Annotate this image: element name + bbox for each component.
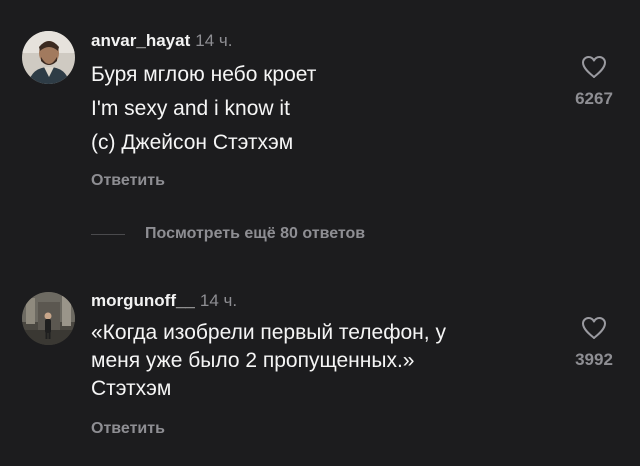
comment-line: Буря мглою небо кроет <box>91 63 317 86</box>
reply-button[interactable]: Ответить <box>91 172 165 190</box>
comment-time: 14 ч. <box>195 31 233 50</box>
comment-line: I'm sexy and i know it <box>91 97 290 120</box>
username[interactable]: anvar_hayat <box>91 31 190 50</box>
comment-header: anvar_hayat 14 ч. <box>91 30 232 52</box>
comment-line: меня уже было 2 пропущенных.» <box>91 349 415 372</box>
comment-time: 14 ч. <box>199 291 238 310</box>
reply-button[interactable]: Ответить <box>91 420 165 438</box>
comment-line: «Когда изобрели первый телефон, у <box>91 321 446 344</box>
comment-text: «Когда изобрели первый телефон, у меня у… <box>91 318 446 402</box>
username[interactable]: morgunoff__ <box>91 291 195 310</box>
like-area: 3992 <box>564 316 624 370</box>
divider <box>91 233 125 235</box>
like-count: 3992 <box>575 350 613 369</box>
view-more-replies-label: Посмотреть ещё 80 ответов <box>145 225 366 242</box>
view-more-replies-button[interactable]: Посмотреть ещё 80 ответов <box>91 224 365 244</box>
like-area: 6267 <box>564 55 624 109</box>
avatar[interactable] <box>22 31 75 84</box>
comments-thread: anvar_hayat 14 ч. Буря мглою небо кроет I… <box>0 0 640 466</box>
heart-icon[interactable] <box>581 55 607 79</box>
heart-icon[interactable] <box>581 316 607 340</box>
comment-line: (с) Джейсон Стэтхэм <box>91 131 294 154</box>
avatar[interactable] <box>22 292 75 345</box>
comment-header: morgunoff__ 14 ч. <box>91 290 237 312</box>
comment-line: Стэтхэм <box>91 377 172 400</box>
like-count: 6267 <box>575 89 613 108</box>
comment-text: Буря мглою небо кроет I'm sexy and i kno… <box>91 58 316 160</box>
